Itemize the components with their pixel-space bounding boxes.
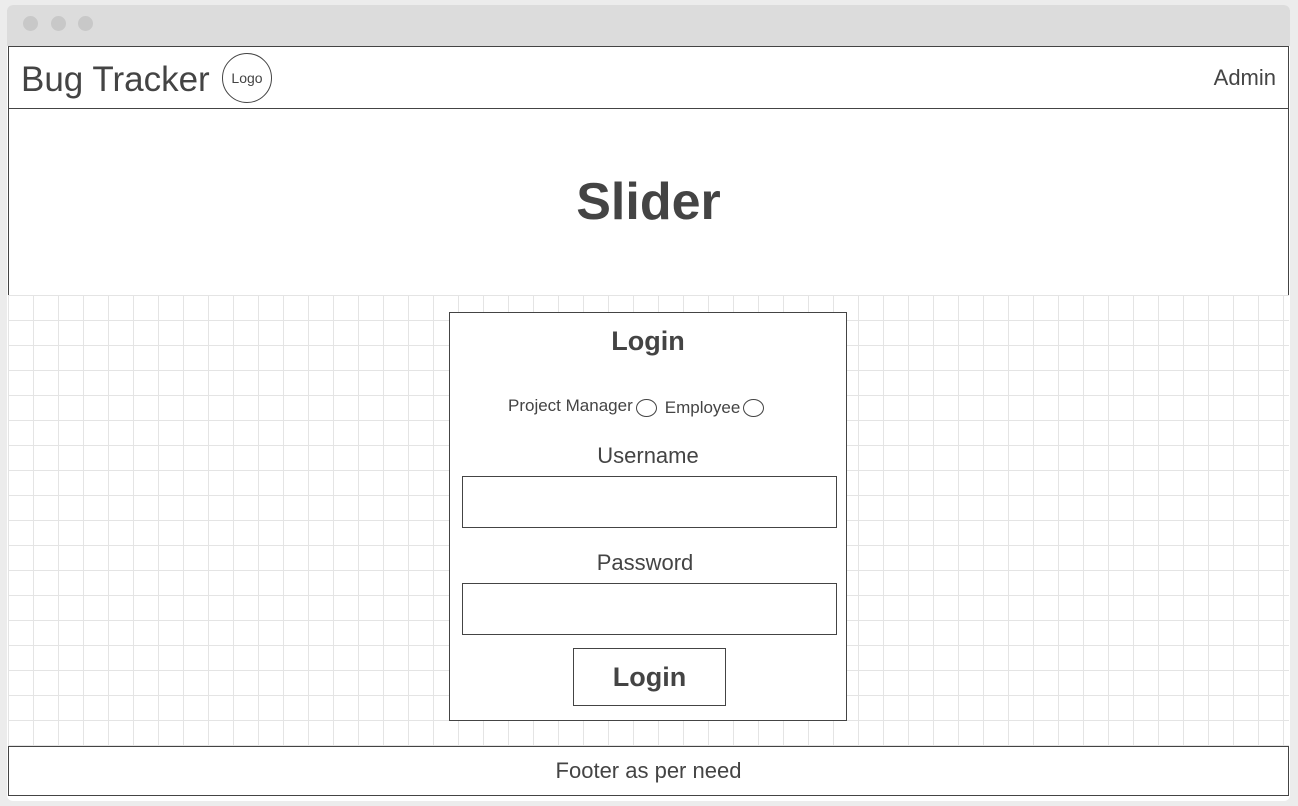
login-form: Login Project Manager Employee Username … bbox=[449, 312, 847, 721]
role-label-employee: Employee bbox=[664, 398, 741, 417]
slider[interactable]: Slider bbox=[8, 108, 1289, 296]
radio-project-manager[interactable] bbox=[635, 399, 657, 417]
radio-employee[interactable] bbox=[743, 399, 765, 417]
username-label: Username bbox=[597, 443, 699, 468]
username-input[interactable] bbox=[462, 476, 837, 528]
password-input[interactable] bbox=[462, 583, 837, 635]
browser-window: Bug Tracker Logo Admin Slider Login Proj… bbox=[7, 5, 1290, 801]
logo: Logo bbox=[222, 53, 272, 103]
password-label: Password bbox=[596, 550, 694, 575]
login-button[interactable]: Login bbox=[573, 648, 726, 706]
app-title: Bug Tracker bbox=[21, 60, 210, 99]
role-selector: Project Manager Employee bbox=[508, 396, 770, 418]
slider-label: Slider bbox=[576, 173, 721, 231]
footer: Footer as per need bbox=[8, 746, 1289, 796]
title-bar bbox=[7, 5, 1290, 46]
header: Bug Tracker Logo Admin bbox=[8, 46, 1289, 109]
maximize-dot-icon[interactable] bbox=[78, 16, 93, 31]
admin-link[interactable]: Admin bbox=[1214, 65, 1276, 91]
role-label-project-manager: Project Manager bbox=[508, 396, 633, 415]
close-dot-icon[interactable] bbox=[23, 16, 38, 31]
footer-text: Footer as per need bbox=[555, 758, 742, 783]
login-title: Login bbox=[611, 326, 685, 356]
minimize-dot-icon[interactable] bbox=[51, 16, 66, 31]
